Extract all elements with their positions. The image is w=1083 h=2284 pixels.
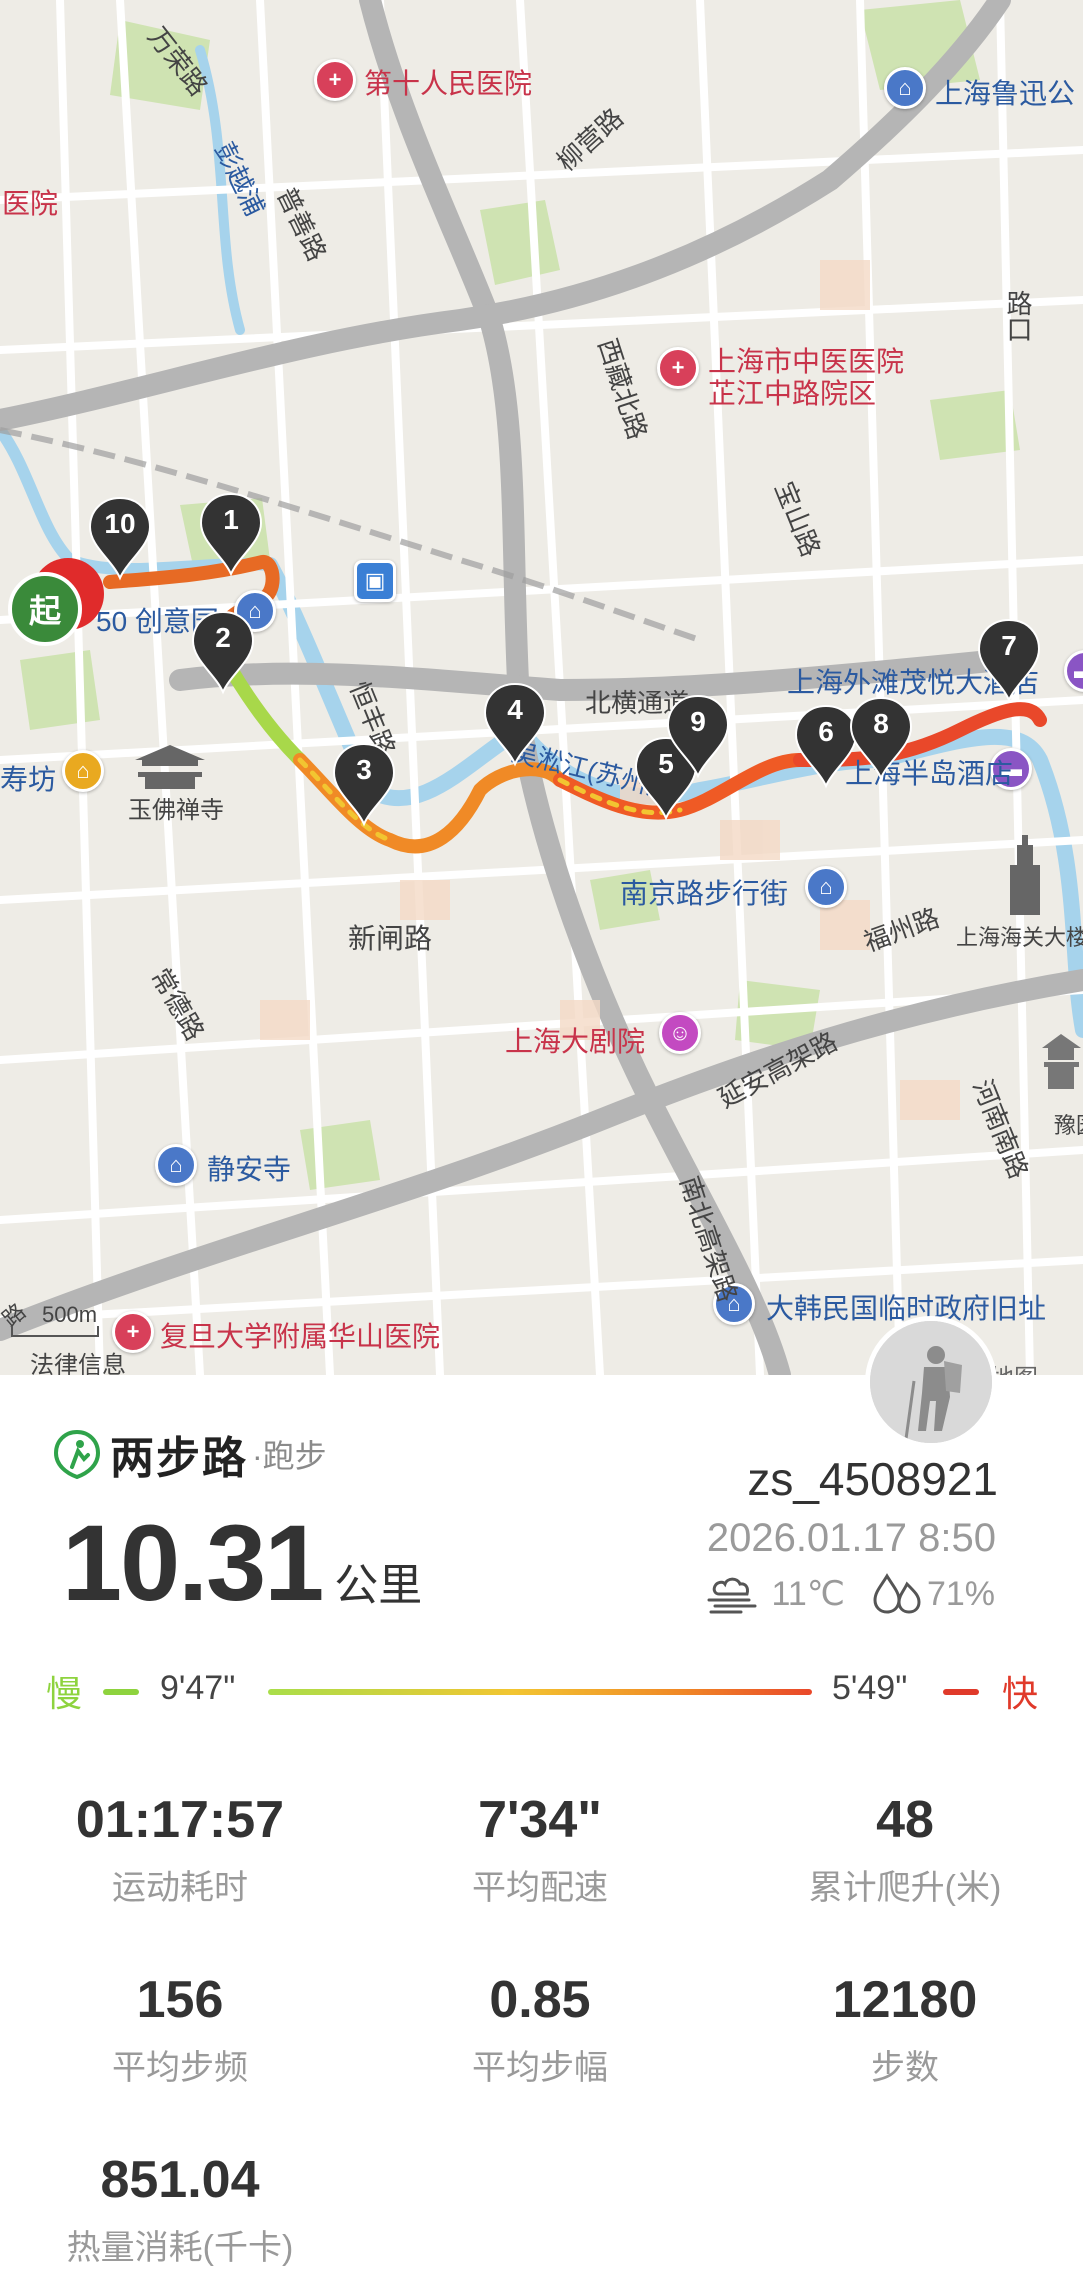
cloudy-weather-icon: [707, 1577, 757, 1614]
stat-avg-pace: 7'34" 平均配速: [360, 1790, 720, 1909]
map-scale: 500m: [10, 1302, 99, 1337]
stat-label: 运动耗时: [112, 1869, 248, 1907]
landmark-icon[interactable]: ⌂: [884, 67, 926, 109]
km-marker-label: 3: [356, 754, 372, 785]
pace-slow-value: 9'47": [160, 1669, 236, 1707]
app-logo-icon: [53, 1429, 101, 1479]
sport-type: ·跑步: [252, 1438, 327, 1474]
km-marker-label: 8: [873, 708, 889, 739]
map-label: 新闸路: [348, 923, 433, 954]
avatar[interactable]: [865, 1316, 997, 1448]
stat-steps: 12180 步数: [725, 1970, 1083, 2089]
hospital-icon[interactable]: +: [314, 59, 356, 101]
map-label: 豫园: [1054, 1113, 1083, 1138]
distance-unit: 公里: [334, 1561, 423, 1610]
humidity: 71%: [926, 1574, 995, 1613]
stat-value: 851.04: [100, 2151, 260, 2209]
map-label: 静安寺: [207, 1154, 292, 1185]
stat-stride: 0.85 平均步幅: [360, 1970, 720, 2089]
km-marker[interactable]: 2: [189, 608, 257, 696]
activity-datetime: 2026.01.17 8:50: [706, 1516, 996, 1560]
temple-icon[interactable]: ⌂: [62, 750, 104, 792]
map-label: 上海鲁迅公: [935, 78, 1076, 109]
landmark-icon[interactable]: ⌂: [805, 866, 847, 908]
pace-slow-swatch: [103, 1689, 139, 1695]
map-label: 医院: [2, 188, 59, 219]
temple-building-icon: [135, 745, 205, 789]
km-marker[interactable]: 4: [481, 680, 549, 768]
pagoda-icon: [1042, 1034, 1081, 1089]
km-marker[interactable]: 7: [975, 616, 1043, 704]
stat-value: 12180: [832, 1971, 978, 2029]
hospital-icon[interactable]: +: [657, 347, 699, 389]
stat-value: 156: [136, 1971, 224, 2029]
pace-legend: 慢 9'47" 5'49" 快: [0, 1665, 1083, 1715]
km-marker-label: 1: [223, 504, 239, 535]
stat-value: 7'34": [478, 1791, 602, 1849]
start-marker[interactable]: 起: [8, 572, 82, 646]
weather-info: 11℃ 71%: [705, 1572, 995, 1616]
stat-elevation-gain: 48 累计爬升(米): [725, 1790, 1083, 1909]
map-label: 玉佛禅寺: [128, 797, 224, 824]
km-marker[interactable]: 10: [86, 494, 154, 582]
legal-info-link[interactable]: 法律信息: [30, 1345, 126, 1375]
distance-value: 10.31: [62, 1502, 324, 1623]
stat-duration: 01:17:57 运动耗时: [0, 1790, 360, 1909]
pace-fast-label: 快: [1002, 1673, 1039, 1714]
km-marker-label: 9: [690, 706, 706, 737]
stat-label: 累计爬升(米): [808, 1869, 1002, 1907]
km-marker[interactable]: 8: [847, 694, 915, 782]
km-marker[interactable]: 9: [664, 692, 732, 780]
theater-icon[interactable]: ☺: [659, 1012, 701, 1054]
stat-calories: 851.04 热量消耗(千卡): [0, 2150, 360, 2269]
km-marker-label: 4: [507, 694, 523, 725]
map-label: 南京路步行街: [620, 878, 789, 909]
map-label: 复旦大学附属华山医院: [160, 1321, 441, 1352]
stat-value: 48: [876, 1791, 934, 1849]
km-marker[interactable]: 1: [197, 490, 265, 578]
route-map[interactable]: + ⌂ + ⌂ ▣ ▬ ▬ ⌂ ⌂ ☺ ⌂ ⌂ + 万荣路 彭越浦 普善路 第十…: [0, 0, 1083, 1375]
pace-gradient-bar: [268, 1689, 812, 1695]
stat-label: 平均步频: [112, 2049, 248, 2087]
username: zs_4508921: [747, 1453, 998, 1505]
map-scale-label: 500m: [42, 1302, 98, 1327]
map-label: 上海海关大楼: [956, 925, 1083, 950]
km-marker-label: 2: [215, 622, 231, 653]
pace-fast-value: 5'49": [832, 1669, 908, 1707]
stat-label: 平均配速: [472, 1869, 608, 1907]
map-label: 寿坊: [0, 764, 57, 795]
stat-label: 步数: [871, 2049, 939, 2087]
humidity-icon: [873, 1573, 921, 1614]
stat-value: 01:17:57: [75, 1791, 285, 1849]
map-label: 上海大剧院: [505, 1026, 646, 1057]
map-label: 路口: [1003, 290, 1033, 342]
km-marker[interactable]: 3: [330, 740, 398, 828]
temperature: 11℃: [771, 1575, 845, 1613]
stat-label: 平均步幅: [472, 2049, 608, 2087]
brand-name: 两步路: [110, 1434, 248, 1483]
brand-header: 两步路 ·跑步: [52, 1422, 327, 1486]
pace-fast-swatch: [943, 1689, 979, 1695]
customs-tower-icon: [1010, 835, 1040, 915]
map-label: 第十人民医院: [364, 68, 533, 99]
map-attribution: 地图: [990, 1358, 1038, 1375]
hiker-avatar-icon: [870, 1321, 992, 1443]
distance-summary: 10.31 公里: [62, 1500, 422, 1625]
stat-label: 热量消耗(千卡): [66, 2229, 294, 2267]
stat-value: 0.85: [489, 1971, 591, 2029]
km-marker-label: 10: [104, 508, 136, 539]
landmark-icon[interactable]: ⌂: [155, 1144, 197, 1186]
metro-icon[interactable]: ▣: [354, 560, 396, 602]
pace-slow-label: 慢: [46, 1673, 83, 1714]
map-label: 芷江中路院区: [708, 378, 877, 409]
km-marker-label: 7: [1001, 630, 1017, 661]
stat-cadence: 156 平均步频: [0, 1970, 360, 2089]
